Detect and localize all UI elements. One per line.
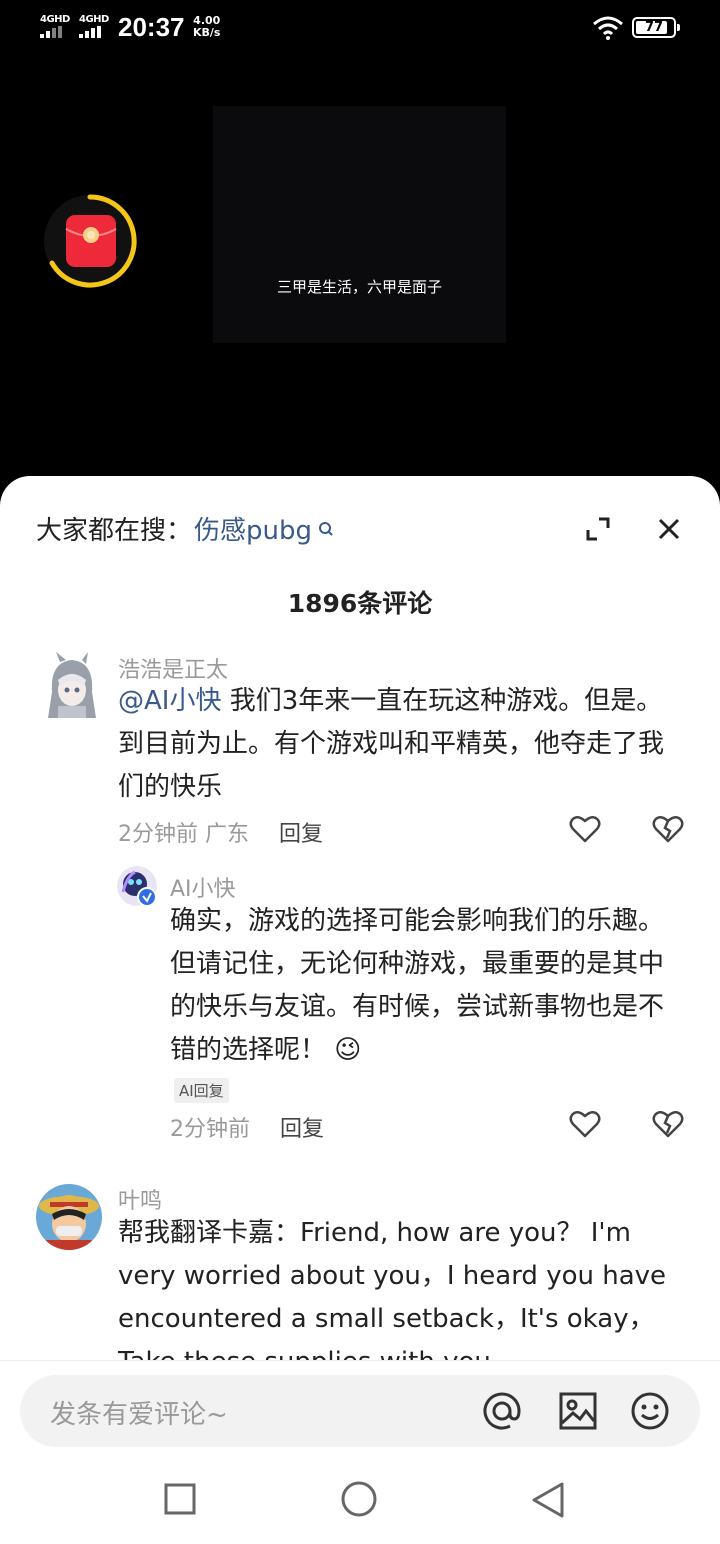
image-icon[interactable] — [558, 1391, 598, 1431]
reply-meta: 2分钟前 回复 — [170, 1111, 324, 1143]
comment-input[interactable]: 发条有爱评论~ — [20, 1375, 700, 1447]
status-bar: 4GHD 4GHD 20:37 4.00 KB/s 77 — [0, 0, 720, 56]
signal-bars-icon — [40, 26, 62, 38]
mention-link[interactable]: @AI小快 — [118, 686, 221, 716]
comment-text: 帮我翻译卡嘉：Friend, how are you？ I'm very wor… — [118, 1218, 667, 1377]
video-player[interactable]: 三甲是生活，六甲是面子 — [0, 56, 720, 486]
reply-text: 确实，游戏的选择可能会影响我们的乐趣。但请记住，无论何种游戏，最重要的是其中的快… — [170, 906, 665, 1065]
avatar[interactable] — [36, 1184, 102, 1250]
heart-icon[interactable] — [569, 814, 601, 844]
avatar-anime-icon — [40, 652, 102, 720]
reply-username[interactable]: AI小快 — [170, 871, 236, 903]
comment-input-bar: 发条有爱评论~ — [0, 1360, 720, 1544]
reply-button[interactable]: 回复 — [279, 816, 323, 848]
trending-search[interactable]: 大家都在搜： 伤感pubg — [36, 510, 334, 547]
back-icon[interactable] — [530, 1482, 566, 1518]
video-caption: 三甲是生活，六甲是面子 — [276, 278, 442, 296]
video-frame: 三甲是生活，六甲是面子 — [213, 106, 506, 343]
avatar[interactable] — [40, 652, 102, 720]
heart-icon[interactable] — [569, 1109, 601, 1139]
close-icon[interactable] — [656, 516, 682, 542]
reply-button[interactable]: 回复 — [280, 1111, 324, 1143]
emoji-icon[interactable] — [630, 1391, 670, 1431]
expand-icon[interactable] — [585, 516, 611, 542]
clock: 20:37 — [118, 12, 185, 42]
comment-meta: 2分钟前 广东 回复 — [118, 816, 323, 848]
comment-text: @AI小快 我们3年来一直在玩这种游戏。但是。到目前为止。有个游戏叫和平精英，他… — [118, 686, 665, 802]
broken-heart-icon[interactable] — [652, 814, 684, 844]
trending-search-term[interactable]: 伤感pubg — [194, 510, 312, 547]
recent-apps-icon[interactable] — [164, 1483, 196, 1515]
broken-heart-icon[interactable] — [652, 1109, 684, 1139]
search-icon — [319, 521, 333, 536]
comment-count: 1896条评论 — [287, 589, 433, 618]
verified-badge-icon — [137, 887, 157, 907]
battery-icon: 77 — [632, 17, 680, 38]
red-envelope-icon[interactable] — [42, 193, 138, 289]
wifi-icon — [593, 16, 623, 40]
wink-emoji-icon: 😉 — [334, 1035, 362, 1065]
ai-reply-badge: AI回复 — [174, 1078, 229, 1103]
avatar-pirate-icon — [36, 1184, 102, 1250]
home-icon[interactable] — [341, 1481, 377, 1517]
network-speed: 4.00 KB/s — [193, 14, 221, 39]
comment-input-placeholder: 发条有爱评论~ — [50, 1400, 228, 1430]
comment-username[interactable]: 叶鸣 — [118, 1183, 162, 1215]
at-mention-icon[interactable] — [482, 1391, 522, 1431]
signal-bars-icon — [79, 26, 101, 38]
